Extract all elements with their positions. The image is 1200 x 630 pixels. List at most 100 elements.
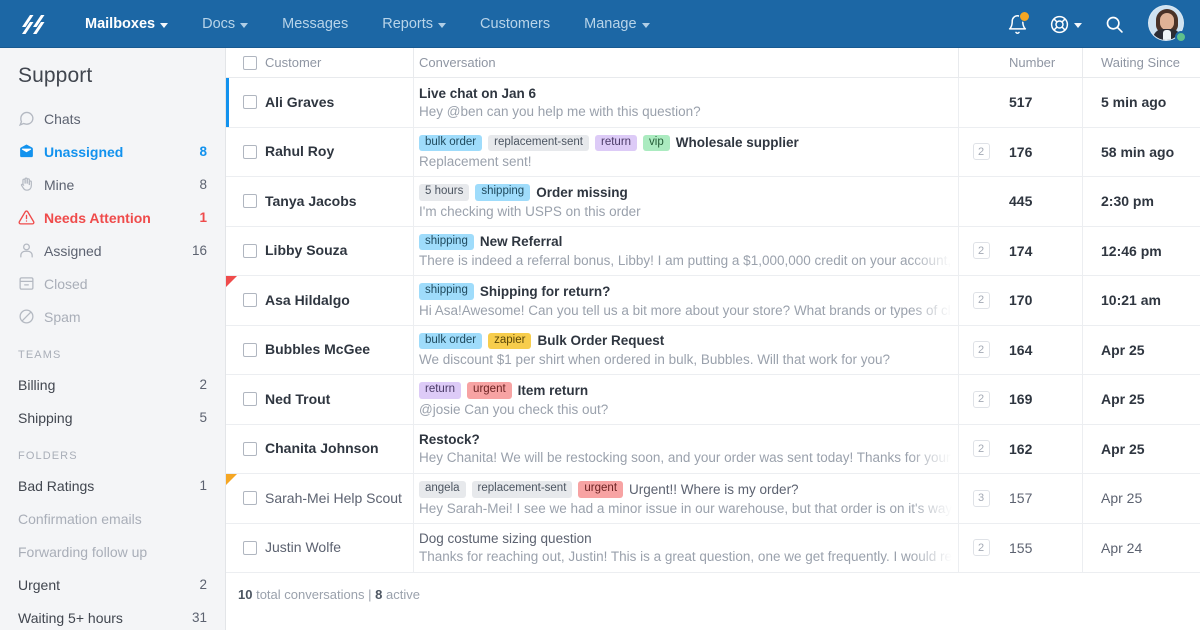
row-checkbox[interactable] <box>243 194 257 209</box>
sidebar-item-needs-attention[interactable]: Needs Attention 1 <box>0 201 225 234</box>
sidebar-item-billing[interactable]: Billing 2 <box>0 368 225 401</box>
nav-item-messages[interactable]: Messages <box>265 0 365 48</box>
tag-badge[interactable]: replacement-sent <box>488 134 589 151</box>
row-checkbox[interactable] <box>243 491 257 506</box>
table-row[interactable]: Libby Souza shipping New Referral There is … <box>226 226 1200 276</box>
row-checkbox[interactable] <box>243 441 257 456</box>
row-checkbox[interactable] <box>243 144 257 159</box>
table-row[interactable]: Sarah-Mei Help Scout angela replacement-se… <box>226 474 1200 524</box>
thread-count-badge: 2 <box>972 143 990 161</box>
sidebar-item-label: Chats <box>44 110 81 127</box>
tag-badge[interactable]: return <box>419 382 462 399</box>
row-checkbox-cell <box>226 128 262 177</box>
search-button[interactable] <box>1092 0 1136 48</box>
sidebar-item-closed[interactable]: Closed <box>0 267 225 300</box>
sidebar-item-waiting-5-hours[interactable]: Waiting 5+ hours 31 <box>0 601 225 630</box>
cell-thread-count: 2 <box>959 276 1003 325</box>
sidebar-item-shipping[interactable]: Shipping 5 <box>0 401 225 434</box>
sidebar-item-label: Waiting 5+ hours <box>18 609 123 626</box>
cell-customer-name: Rahul Roy <box>262 127 414 176</box>
column-header-number[interactable]: Number <box>1003 48 1083 78</box>
tag-badge[interactable]: urgent <box>467 382 512 399</box>
tag-badge[interactable]: shipping <box>419 233 474 250</box>
tag-badge[interactable]: urgent <box>578 481 624 498</box>
nav-item-label: Customers <box>480 16 551 32</box>
table-row[interactable]: Rahul Roy bulk order replacement-sent retur… <box>226 127 1200 177</box>
tag-badge[interactable]: replacement-sent <box>471 481 573 498</box>
row-checkbox[interactable] <box>243 293 257 308</box>
nav-item-customers[interactable]: Customers <box>463 0 567 48</box>
nav-item-mailboxes[interactable]: Mailboxes <box>68 0 185 48</box>
user-avatar-button[interactable] <box>1148 5 1187 43</box>
tag-badge[interactable]: bulk order <box>419 332 483 349</box>
table-row[interactable]: Ali Graves Live chat on Jan 6 Hey @ben can… <box>226 78 1200 128</box>
tag-badge[interactable]: zapier <box>488 332 532 349</box>
row-checkbox[interactable] <box>243 243 257 258</box>
sidebar-item-assigned[interactable]: Assigned 16 <box>0 234 225 267</box>
cell-thread-count: 2 <box>959 425 1003 474</box>
sidebar-item-bad-ratings[interactable]: Bad Ratings 1 <box>0 469 225 502</box>
tag-badge[interactable]: angela <box>419 481 466 498</box>
cell-waiting-since: 5 min ago <box>1101 94 1167 111</box>
tag-badge[interactable]: shipping <box>419 283 474 300</box>
sidebar-item-forwarding-follow-up[interactable]: Forwarding follow up <box>0 535 225 568</box>
row-checkbox-cell <box>226 227 262 276</box>
nav-item-manage[interactable]: Manage <box>567 0 666 48</box>
sidebar-item-spam[interactable]: Spam <box>0 300 225 333</box>
sidebar-item-mine[interactable]: Mine 8 <box>0 168 225 201</box>
helpscout-logo[interactable] <box>10 0 56 48</box>
tag-badge[interactable]: shipping <box>475 184 531 201</box>
sidebar-item-unassigned[interactable]: Unassigned 8 <box>0 135 225 168</box>
cell-customer-name: Sarah-Mei Help Scout <box>262 474 414 523</box>
notifications-button[interactable] <box>995 0 1039 48</box>
row-checkbox[interactable] <box>243 392 257 407</box>
tag-badge[interactable]: return <box>595 134 638 151</box>
table-row[interactable]: Justin Wolfe Dog costume sizing question T… <box>226 523 1200 573</box>
row-checkbox[interactable] <box>243 540 257 555</box>
sidebar-item-chats[interactable]: Chats <box>0 102 225 135</box>
table-row[interactable]: Bubbles McGee bulk order zapier Bulk Order … <box>226 325 1200 375</box>
conversation-preview: We discount $1 per shirt when ordered in… <box>419 352 890 367</box>
cell-conversation-number: 176 <box>1003 127 1083 176</box>
cell-conversation: return urgent Item return @josie Can you ch… <box>414 375 959 424</box>
cell-conversation: 5 hours shipping Order missing I'm checking… <box>414 177 959 226</box>
cell-thread-count: 2 <box>959 326 1003 375</box>
thread-count-badge: 2 <box>972 539 990 557</box>
lifebuoy-help-icon <box>1050 15 1069 33</box>
cell-conversation-number: 162 <box>1003 424 1083 473</box>
table-row[interactable]: Tanya Jacobs 5 hours shipping Order missing… <box>226 177 1200 227</box>
sidebar-item-confirmation-emails[interactable]: Confirmation emails <box>0 502 225 535</box>
tag-badge[interactable]: vip <box>643 134 670 151</box>
sidebar-item-urgent[interactable]: Urgent 2 <box>0 568 225 601</box>
thread-count-badge: 3 <box>972 489 990 507</box>
sidebar-section-teams: TEAMS <box>18 349 62 361</box>
table-row[interactable]: Ned Trout return urgent Item return @josie C… <box>226 375 1200 425</box>
row-checkbox[interactable] <box>243 95 257 110</box>
cell-conversation: shipping New Referral There is indeed a re… <box>414 226 959 275</box>
cell-conversation: bulk order zapier Bulk Order Request We dis… <box>414 325 959 374</box>
total-label: total conversations <box>256 587 365 602</box>
cell-waiting-since: Apr 25 <box>1101 490 1143 507</box>
sidebar-item-label: Mine <box>44 176 75 193</box>
nav-item-docs[interactable]: Docs <box>185 0 265 48</box>
sidebar-section-folders: FOLDERS <box>18 450 78 462</box>
sidebar-item-label: Shipping <box>18 409 73 426</box>
column-header-waiting-since[interactable]: Waiting Since <box>1083 48 1200 78</box>
select-all-checkbox[interactable] <box>243 55 257 70</box>
conversation-subject-line: bulk order zapier Bulk Order Request <box>419 332 952 349</box>
row-flag-red-icon <box>226 276 237 287</box>
column-header-conversation[interactable]: Conversation <box>414 48 959 78</box>
table-row[interactable]: Chanita Johnson Restock? Hey Chanita! We w… <box>226 424 1200 474</box>
row-checkbox-cell <box>226 326 262 375</box>
row-checkbox[interactable] <box>243 342 257 357</box>
column-header-customer[interactable]: Customer <box>262 48 414 78</box>
cell-thread-count: 2 <box>959 128 1003 177</box>
help-menu-button[interactable] <box>1043 0 1088 48</box>
tag-badge[interactable]: 5 hours <box>419 184 470 201</box>
cell-conversation: shipping Shipping for return? Hi Asa!Aweso… <box>414 276 959 325</box>
table-row[interactable]: Asa Hildalgo shipping Shipping for return?… <box>226 276 1200 326</box>
nav-item-reports[interactable]: Reports <box>365 0 463 48</box>
conversation-subject-line: return urgent Item return <box>419 382 952 399</box>
conversation-preview: @josie Can you check this out? <box>419 401 609 417</box>
tag-badge[interactable]: bulk order <box>419 134 483 151</box>
